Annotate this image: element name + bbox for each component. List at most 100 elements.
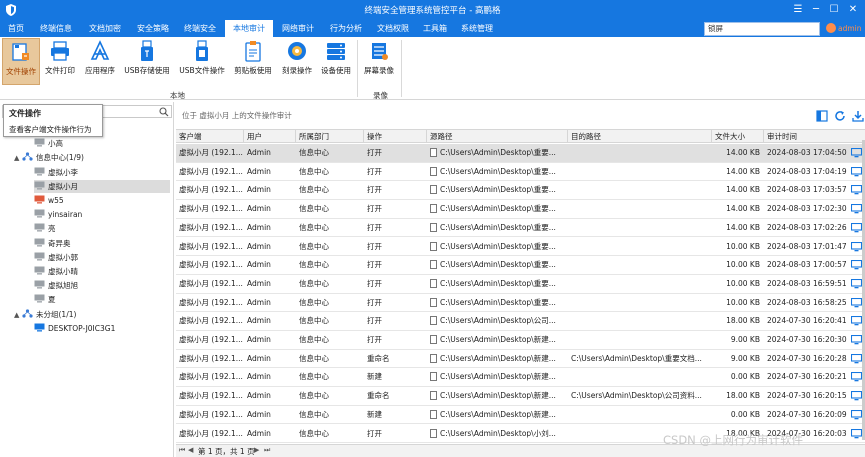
table-row[interactable]: 虚拟小月 (192.1... Admin 信息中心 打开 C:\Users\Admin\… <box>176 144 865 163</box>
view-screen-icon[interactable] <box>851 316 862 326</box>
expand-toggle-icon[interactable]: ▲ <box>14 309 22 322</box>
column-header-department[interactable]: 所属部门 <box>296 130 364 143</box>
prev-page-icon[interactable]: ◀ <box>188 446 193 454</box>
tab-terminal-security[interactable]: 终端安全 <box>176 20 224 37</box>
tree-item[interactable]: 夏 <box>34 293 170 306</box>
usb-file-operation-button[interactable]: USB文件操作 <box>176 38 228 85</box>
table-row[interactable]: 虚拟小月 (192.1... Admin 信息中心 打开 C:\Users\Admin\… <box>176 256 865 275</box>
tree-item[interactable]: 虚拟小郭 <box>34 251 170 264</box>
column-header-operation[interactable]: 操作 <box>364 130 427 143</box>
cell-source-path-text: C:\Users\Admin\Desktop\重要... <box>440 297 556 307</box>
usb-file-operation-label: USB文件操作 <box>179 66 225 75</box>
cell-file-size: 10.00 KB <box>712 275 764 293</box>
view-screen-icon[interactable] <box>851 222 862 233</box>
table-row[interactable]: 虚拟小月 (192.1... Admin 信息中心 打开 C:\Users\Admin\… <box>176 238 865 257</box>
column-header-source-path[interactable]: 源路径 <box>427 130 568 143</box>
tree-item[interactable]: 虚拟小晴 <box>34 265 170 278</box>
tab-doc-permission[interactable]: 文档权限 <box>370 20 416 37</box>
close-button[interactable]: ✕ <box>845 2 861 18</box>
table-row[interactable]: 虚拟小月 (192.1... Admin 信息中心 打开 C:\Users\Admin\… <box>176 163 865 182</box>
user-menu[interactable]: admin <box>826 22 864 36</box>
device-usage-button[interactable]: 设备使用 <box>318 38 354 85</box>
cell-file-size: 14.00 KB <box>712 163 764 181</box>
application-button[interactable]: 应用程序 <box>81 38 119 85</box>
burn-operation-button[interactable]: 刻录操作 <box>278 38 316 85</box>
tree-item-label: 夏 <box>48 295 56 305</box>
clipboard-button[interactable]: 剪贴板使用 <box>231 38 275 85</box>
table-row[interactable]: 虚拟小月 (192.1... Admin 信息中心 重命名 C:\Users\Admin… <box>176 387 865 406</box>
tab-network-audit[interactable]: 网络审计 <box>274 20 322 37</box>
tab-doc-encryption[interactable]: 文档加密 <box>80 20 130 37</box>
device-tree-panel: ▲测试组(1/1)小高▲信息中心(1/9)虚拟小李虚拟小月w55yinsaira… <box>0 102 174 457</box>
next-page-icon[interactable]: ▶ <box>254 446 259 454</box>
table-row[interactable]: 虚拟小月 (192.1... Admin 信息中心 打开 C:\Users\Admin\… <box>176 275 865 294</box>
cell-user-text: Admin <box>247 148 271 157</box>
view-screen-icon[interactable] <box>851 372 862 382</box>
tab-toolbox[interactable]: 工具箱 <box>417 20 453 37</box>
table-row[interactable]: 虚拟小月 (192.1... Admin 信息中心 重命名 C:\Users\Admin… <box>176 350 865 369</box>
tab-system-management[interactable]: 系统管理 <box>454 20 500 37</box>
file-operation-button[interactable]: 文件操作 <box>2 38 40 85</box>
table-row[interactable]: 虚拟小月 (192.1... Admin 信息中心 新建 C:\Users\Admin\… <box>176 406 865 425</box>
table-row[interactable]: 虚拟小月 (192.1... Admin 信息中心 打开 C:\Users\Admin\… <box>176 181 865 201</box>
table-row[interactable]: 虚拟小月 (192.1... Admin 信息中心 打开 C:\Users\Admin\… <box>176 331 865 350</box>
global-search-input[interactable]: 锁屏 <box>704 22 820 36</box>
view-screen-icon[interactable] <box>851 241 862 252</box>
view-screen-icon[interactable] <box>851 278 862 289</box>
tab-terminal-info[interactable]: 终端信息 <box>33 20 79 37</box>
export-icon[interactable] <box>852 110 864 122</box>
menu-icon[interactable]: ☰ <box>790 2 806 18</box>
tree-group[interactable]: ▲ 信息中心(1/9) <box>14 151 170 164</box>
tree-item[interactable]: 亮 <box>34 222 170 235</box>
column-header-file-size[interactable]: 文件大小 <box>712 130 764 143</box>
expand-toggle-icon[interactable]: ▲ <box>14 152 22 165</box>
columns-icon[interactable] <box>816 110 828 122</box>
tree-item[interactable]: 奇异奥 <box>34 237 170 250</box>
view-screen-icon[interactable] <box>851 166 862 177</box>
view-screen-icon[interactable] <box>851 335 862 345</box>
last-page-icon[interactable]: ⏭ <box>264 446 270 455</box>
view-screen-icon[interactable] <box>851 353 862 364</box>
table-row[interactable]: 虚拟小月 (192.1... Admin 信息中心 打开 C:\Users\Admin\… <box>176 312 865 331</box>
tree-item[interactable]: 小高 <box>34 137 170 150</box>
tree-item[interactable]: 虚拟小月 <box>34 179 170 193</box>
column-header-audit-time[interactable]: 审计时间 <box>764 130 865 143</box>
cell-client-text: 虚拟小月 (192.1... <box>179 353 243 363</box>
first-page-icon[interactable]: ⏮ <box>179 446 185 455</box>
maximize-button[interactable]: ☐ <box>826 2 842 18</box>
column-header-user[interactable]: 用户 <box>244 130 296 143</box>
tree-item[interactable]: yinsairan <box>34 208 170 221</box>
column-header-dest-path[interactable]: 目的路径 <box>568 130 712 143</box>
tree-item[interactable]: 虚拟小李 <box>34 166 170 179</box>
table-row[interactable]: 虚拟小月 (192.1... Admin 信息中心 打开 C:\Users\Admin\… <box>176 219 865 238</box>
table-row[interactable]: 虚拟小月 (192.1... Admin 信息中心 新建 C:\Users\Admin\… <box>176 368 865 388</box>
refresh-icon[interactable] <box>834 110 846 122</box>
tree-group[interactable]: ▲ 未分组(1/1) <box>14 308 170 321</box>
view-screen-icon[interactable] <box>851 185 862 195</box>
usb-storage-button[interactable]: USB存储使用 <box>121 38 173 85</box>
cell-client-text: 虚拟小月 (192.1... <box>179 222 243 232</box>
view-screen-icon[interactable] <box>851 260 862 270</box>
view-screen-icon[interactable] <box>851 391 862 401</box>
tab-security-policy[interactable]: 安全策略 <box>131 20 175 37</box>
search-icon[interactable] <box>159 107 169 117</box>
tab-local-audit[interactable]: 本地审计 <box>225 20 273 37</box>
cell-department-text: 信息中心 <box>299 353 329 363</box>
tree-item[interactable]: DESKTOP-J0IC3G1 <box>34 322 170 335</box>
table-row[interactable]: 虚拟小月 (192.1... Admin 信息中心 打开 C:\Users\Admin\… <box>176 294 865 313</box>
file-print-button[interactable]: 文件打印 <box>42 38 78 85</box>
cell-operation: 打开 <box>364 256 427 274</box>
screen-recording-button[interactable]: 屏幕录像 <box>361 38 397 85</box>
table-row[interactable]: 虚拟小月 (192.1... Admin 信息中心 打开 C:\Users\Admin\… <box>176 200 865 219</box>
tree-item[interactable]: w55 <box>34 194 170 207</box>
view-screen-icon[interactable] <box>851 297 862 308</box>
tab-behavior-analysis[interactable]: 行为分析 <box>323 20 369 37</box>
column-header-client[interactable]: 客户端 <box>176 130 244 143</box>
view-screen-icon[interactable] <box>851 148 862 158</box>
view-screen-icon[interactable] <box>851 409 862 420</box>
minimize-button[interactable]: ─ <box>808 2 824 18</box>
view-screen-icon[interactable] <box>851 204 862 214</box>
view-screen-icon[interactable] <box>851 428 862 439</box>
tree-item[interactable]: 虚拟旭旭 <box>34 279 170 292</box>
tab-home[interactable]: 首页 <box>0 20 32 37</box>
